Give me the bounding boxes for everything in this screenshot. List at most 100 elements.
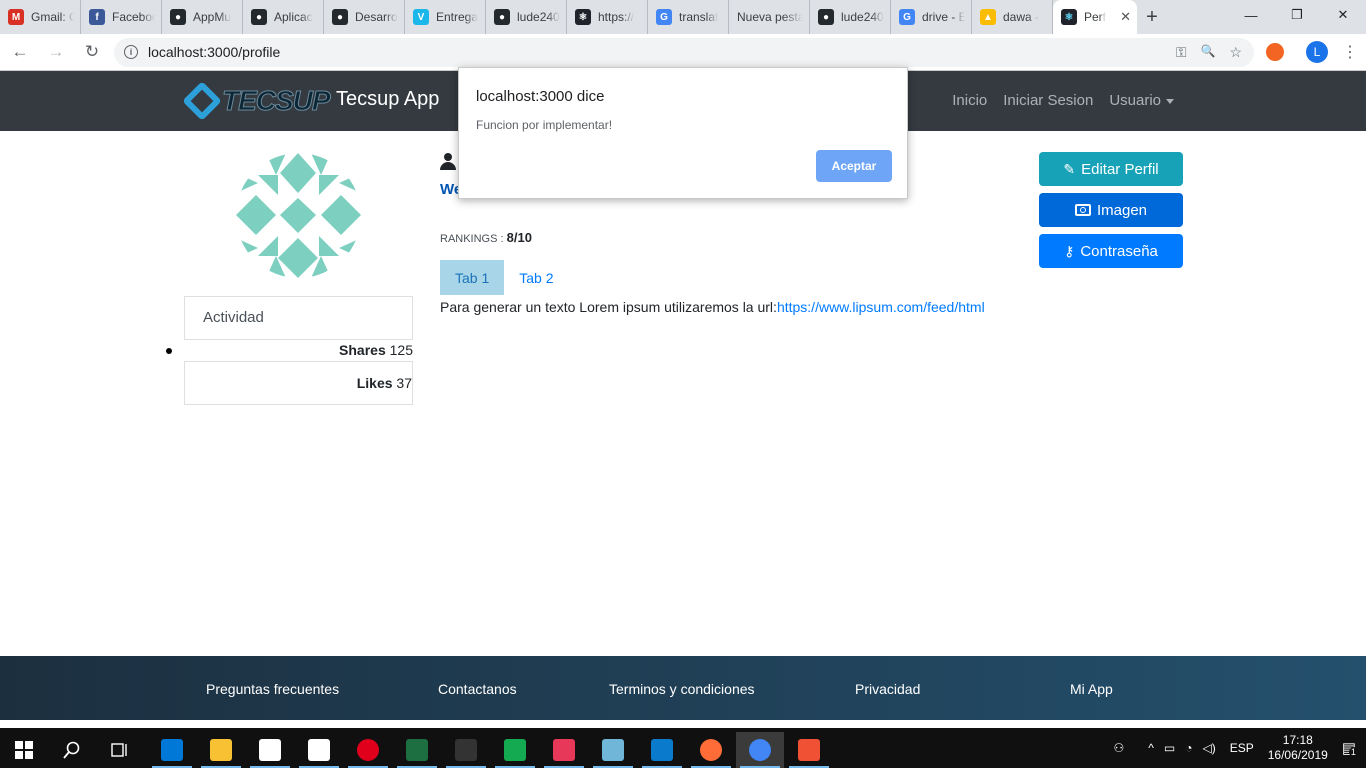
welcome-text[interactable]: We: [440, 181, 460, 198]
rankings-value: 8/10: [506, 230, 532, 245]
browser-tab[interactable]: V Entrega: [405, 0, 486, 34]
browser-menu-icon[interactable]: ⋮: [1342, 42, 1358, 62]
forward-button[interactable]: →: [40, 36, 72, 68]
system-tray: ⚇ ^ ▭ ◔ ◁) ESP 17:1816/06/2019 ▤1: [1114, 728, 1366, 768]
minimize-button[interactable]: —: [1228, 0, 1274, 30]
tab-label: Entrega: [436, 10, 479, 24]
mongodb-icon[interactable]: [491, 732, 539, 768]
edit-profile-button[interactable]: ✎ Editar Perfil: [1039, 152, 1183, 186]
battery-icon[interactable]: ▭: [1164, 741, 1175, 755]
footer-link-terms[interactable]: Terminos y condiciones: [609, 681, 755, 697]
tab-label: Gmail: C: [31, 10, 74, 24]
nav-inicio[interactable]: Inicio: [952, 92, 987, 109]
tab-label: https://: [598, 10, 635, 24]
opera-icon[interactable]: [344, 732, 392, 768]
rankings-label: RANKINGS :: [440, 233, 504, 245]
people-icon[interactable]: ⚇: [1114, 741, 1125, 755]
bookmark-star-icon[interactable]: ☆: [1229, 44, 1242, 61]
store-icon[interactable]: [246, 732, 294, 768]
browser-tab[interactable]: f Faceboo: [81, 0, 162, 34]
task-view-icon[interactable]: [96, 732, 144, 768]
app-brand[interactable]: Tecsup App: [336, 88, 439, 111]
screen-recorder-icon[interactable]: [540, 732, 588, 768]
clock[interactable]: 17:18 16/06/2019: [1268, 733, 1328, 763]
close-window-button[interactable]: ✕: [1320, 0, 1366, 30]
footer-link-faq[interactable]: Preguntas frecuentes: [206, 681, 339, 697]
url-text[interactable]: localhost:3000/profile: [148, 44, 280, 60]
chevron-up-icon[interactable]: ^: [1148, 741, 1154, 755]
browser-tab[interactable]: ▲ dawa -: [972, 0, 1053, 34]
tab-label: translat: [679, 10, 719, 24]
opera-icon-glyph: [357, 739, 379, 761]
url-bar[interactable]: i localhost:3000/profile ⚿ 🔍 ☆: [114, 37, 1254, 67]
chrome-icon[interactable]: [736, 732, 784, 768]
mongodb-icon-glyph: [504, 739, 526, 761]
list-bullet: [166, 348, 172, 354]
start-button[interactable]: [0, 732, 48, 768]
volume-icon[interactable]: ◁): [1203, 741, 1216, 755]
search-icon[interactable]: [48, 732, 96, 768]
browser-tab[interactable]: Gdrive - E: [891, 0, 972, 34]
excel-icon[interactable]: [393, 732, 441, 768]
git-icon[interactable]: [785, 732, 833, 768]
github-icon: ●: [818, 9, 834, 25]
mail-icon[interactable]: [295, 732, 343, 768]
react-icon: ⚛: [1061, 9, 1077, 25]
tab-1[interactable]: Tab 1: [440, 260, 505, 295]
postman-icon[interactable]: [687, 732, 735, 768]
info-icon[interactable]: i: [124, 45, 138, 59]
tab-2[interactable]: Tab 2: [504, 260, 568, 295]
browser-tab[interactable]: ● Desarro: [324, 0, 405, 34]
tab-label: drive - E: [922, 10, 965, 24]
browser-tab[interactable]: ● lude240: [486, 0, 567, 34]
back-button[interactable]: ←: [4, 36, 36, 68]
new-tab-button[interactable]: +: [1137, 0, 1167, 34]
footer-link-privacy[interactable]: Privacidad: [855, 681, 920, 697]
key-icon[interactable]: ⚿: [1176, 44, 1187, 61]
tab-label: lude240: [517, 10, 560, 24]
profile-avatar[interactable]: L: [1306, 41, 1328, 63]
browser-tab[interactable]: ⚛ https://: [567, 0, 648, 34]
edge-icon[interactable]: [148, 732, 196, 768]
github-icon: ●: [332, 9, 348, 25]
notification-count: 1: [1348, 747, 1358, 757]
footer-link-contact[interactable]: Contactanos: [438, 681, 517, 697]
file-explorer-icon[interactable]: [197, 732, 245, 768]
screen-recorder-icon-glyph: [553, 739, 575, 761]
tab-label: Nueva pesta: [737, 10, 803, 24]
tab-label: dawa -: [1003, 10, 1040, 24]
image-button[interactable]: Imagen: [1039, 193, 1183, 227]
close-tab-icon[interactable]: ✕: [1116, 9, 1131, 25]
tab-label: Aplicac: [274, 10, 313, 24]
restore-button[interactable]: ❐: [1274, 0, 1320, 30]
notifications-icon[interactable]: ▤1: [1342, 739, 1358, 757]
dialog-ok-button[interactable]: Aceptar: [816, 150, 892, 182]
browser-tab[interactable]: M Gmail: C: [0, 0, 81, 34]
zoom-icon[interactable]: 🔍: [1200, 44, 1215, 61]
browser-tab[interactable]: Nueva pesta: [729, 0, 810, 34]
postman-extension-icon[interactable]: [1266, 43, 1284, 61]
language-indicator[interactable]: ESP: [1230, 741, 1254, 755]
footer-link-myapp[interactable]: Mi App: [1070, 681, 1113, 697]
browser-tab[interactable]: ● lude240: [810, 0, 891, 34]
logo-text: TECSUP: [222, 85, 332, 117]
shares-value: 125: [389, 342, 413, 358]
browser-tab[interactable]: Gtranslat: [648, 0, 729, 34]
nav-login[interactable]: Iniciar Sesion: [1003, 92, 1093, 109]
lipsum-link[interactable]: https://www.lipsum.com/feed/html: [777, 299, 985, 315]
vscode-icon-glyph: [651, 739, 673, 761]
edit-profile-label: Editar Perfil: [1081, 160, 1159, 178]
browser-tab[interactable]: ● Aplicac: [243, 0, 324, 34]
wifi-icon[interactable]: ◔: [1185, 741, 1192, 755]
browser-tab[interactable]: ● AppMu: [162, 0, 243, 34]
tecsup-logo[interactable]: TECSUP: [182, 81, 332, 121]
nav-usuario-label: Usuario: [1109, 92, 1161, 109]
reload-button[interactable]: ↻: [76, 36, 108, 68]
lorem-text: Para generar un texto Lorem ipsum utiliz…: [440, 299, 777, 315]
vscode-icon[interactable]: [638, 732, 686, 768]
tab-active-profile[interactable]: ⚛ Perf ✕: [1053, 0, 1137, 34]
notes-icon[interactable]: [589, 732, 637, 768]
password-button[interactable]: ⚷ Contraseña: [1039, 234, 1183, 268]
nav-usuario-dropdown[interactable]: Usuario: [1109, 92, 1174, 109]
terminal-icon[interactable]: [442, 732, 490, 768]
